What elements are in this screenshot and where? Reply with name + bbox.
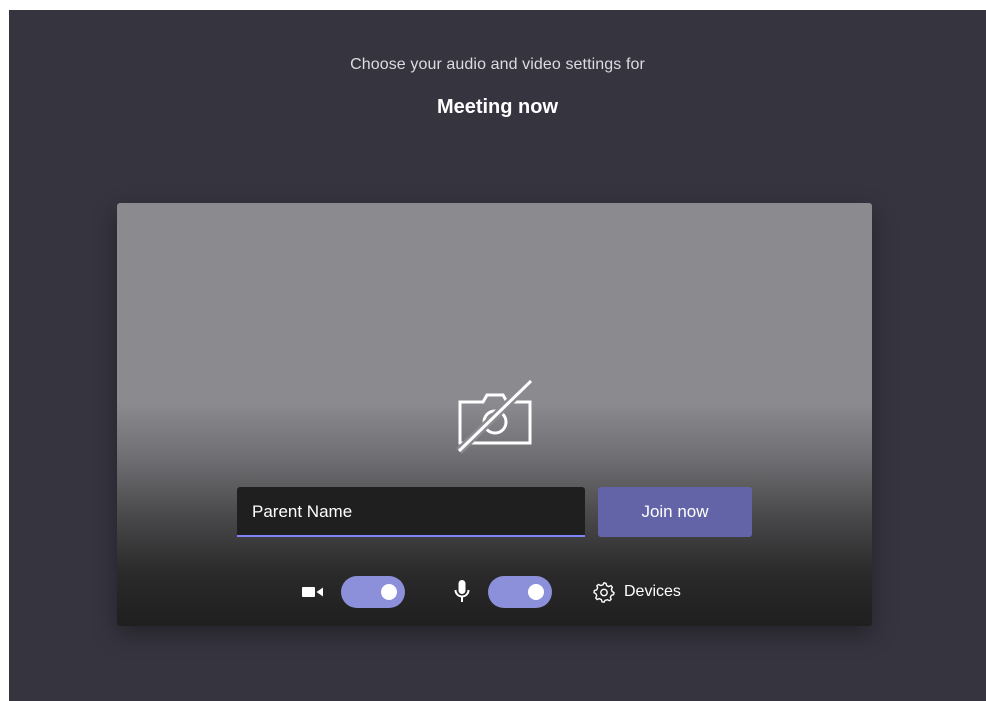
settings-subtitle: Choose your audio and video settings for xyxy=(350,56,645,73)
camera-off-icon xyxy=(456,378,534,454)
camera-toggle[interactable] xyxy=(341,576,405,608)
prejoin-screen: Choose your audio and video settings for… xyxy=(9,10,986,701)
video-camera-icon xyxy=(302,587,323,597)
video-preview: Join now xyxy=(117,203,872,626)
name-input[interactable] xyxy=(237,487,585,537)
gear-icon xyxy=(593,581,615,603)
join-now-button[interactable]: Join now xyxy=(598,487,752,537)
microphone-toggle[interactable] xyxy=(488,576,552,608)
device-controls: Devices xyxy=(117,572,872,612)
meeting-title: Meeting now xyxy=(436,96,559,118)
toggle-knob xyxy=(528,584,544,600)
devices-label: Devices xyxy=(624,583,681,600)
microphone-icon xyxy=(454,580,470,602)
toggle-knob xyxy=(381,584,397,600)
devices-button[interactable]: Devices xyxy=(593,578,681,606)
